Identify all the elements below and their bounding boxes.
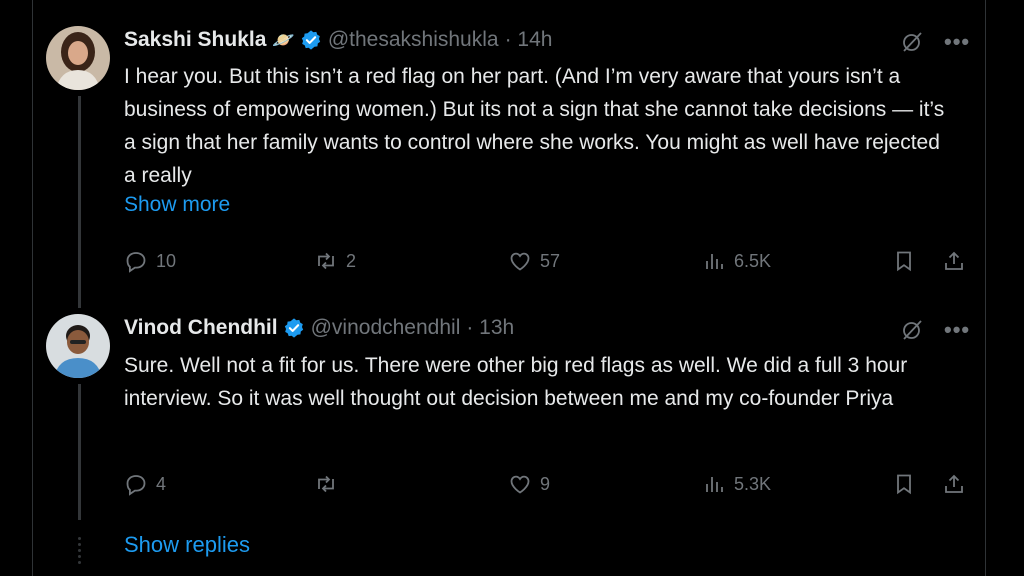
retweet-icon: [318, 475, 334, 493]
planet-emoji: 🪐: [272, 29, 295, 50]
views-icon: [706, 254, 723, 269]
user-handle[interactable]: @thesakshishukla: [328, 28, 499, 52]
views-count: 5.3K: [734, 473, 772, 494]
views-icon: [706, 477, 723, 492]
user-handle[interactable]: @vinodchendhil: [311, 316, 461, 340]
thread-line: [78, 96, 81, 308]
like-count: 9: [540, 473, 551, 494]
like-count: 57: [540, 250, 561, 271]
tweet-header: Vinod Chendhil @vinodchendhil · 13h: [124, 314, 514, 342]
share-button[interactable]: [942, 470, 966, 498]
tweet-corner-actions: •••: [900, 29, 970, 55]
reply-count: 4: [156, 473, 167, 494]
share-button[interactable]: [942, 247, 966, 275]
views-button[interactable]: 5.3K: [702, 470, 771, 498]
timestamp[interactable]: · 14h: [505, 28, 553, 52]
share-icon: [945, 251, 963, 270]
avatar[interactable]: [46, 314, 110, 378]
verified-icon: [301, 30, 320, 50]
like-button[interactable]: 57: [508, 247, 560, 275]
bookmark-icon: [897, 251, 911, 272]
show-replies-link[interactable]: Show replies: [124, 532, 250, 558]
bookmark-icon: [897, 474, 911, 495]
more-icon[interactable]: •••: [944, 29, 970, 55]
tweet-actions: 10 2 57 6.5K: [124, 247, 974, 275]
verified-icon: [284, 318, 303, 338]
reply-button[interactable]: 10: [124, 247, 176, 275]
bookmark-button[interactable]: [892, 470, 916, 498]
thread-line: [78, 384, 81, 520]
reply-button[interactable]: 4: [124, 470, 166, 498]
views-button[interactable]: 6.5K: [702, 247, 771, 275]
retweet-icon: [318, 252, 334, 270]
views-count: 6.5K: [734, 250, 772, 271]
timestamp[interactable]: · 13h: [466, 316, 514, 340]
tweet-text: I hear you. But this isn’t a red flag on…: [124, 65, 945, 187]
tweet-header: Sakshi Shukla 🪐 @thesakshishukla · 14h: [124, 26, 552, 54]
thread-dots: [76, 534, 82, 567]
tweet-text: Sure. Well not a fit for us. There were …: [124, 354, 908, 410]
grok-icon[interactable]: [900, 318, 924, 342]
like-icon: [510, 475, 530, 494]
like-button[interactable]: 9: [508, 470, 550, 498]
retweet-button[interactable]: [314, 470, 346, 498]
tweet-corner-actions: •••: [900, 317, 970, 343]
reply-icon: [126, 252, 146, 273]
retweet-button[interactable]: 2: [314, 247, 356, 275]
bookmark-button[interactable]: [892, 247, 916, 275]
reply-icon: [126, 475, 146, 496]
like-icon: [510, 252, 530, 271]
retweet-count: 2: [346, 250, 357, 271]
tweet-actions: 4 9 5.3K: [124, 470, 974, 498]
show-more-link[interactable]: Show more: [124, 193, 230, 217]
display-name[interactable]: Vinod Chendhil: [124, 316, 278, 340]
reply-count: 10: [156, 250, 177, 271]
share-icon: [945, 474, 963, 493]
avatar[interactable]: [46, 26, 110, 90]
grok-icon[interactable]: [900, 30, 924, 54]
display-name[interactable]: Sakshi Shukla: [124, 28, 266, 52]
more-icon[interactable]: •••: [944, 317, 970, 343]
